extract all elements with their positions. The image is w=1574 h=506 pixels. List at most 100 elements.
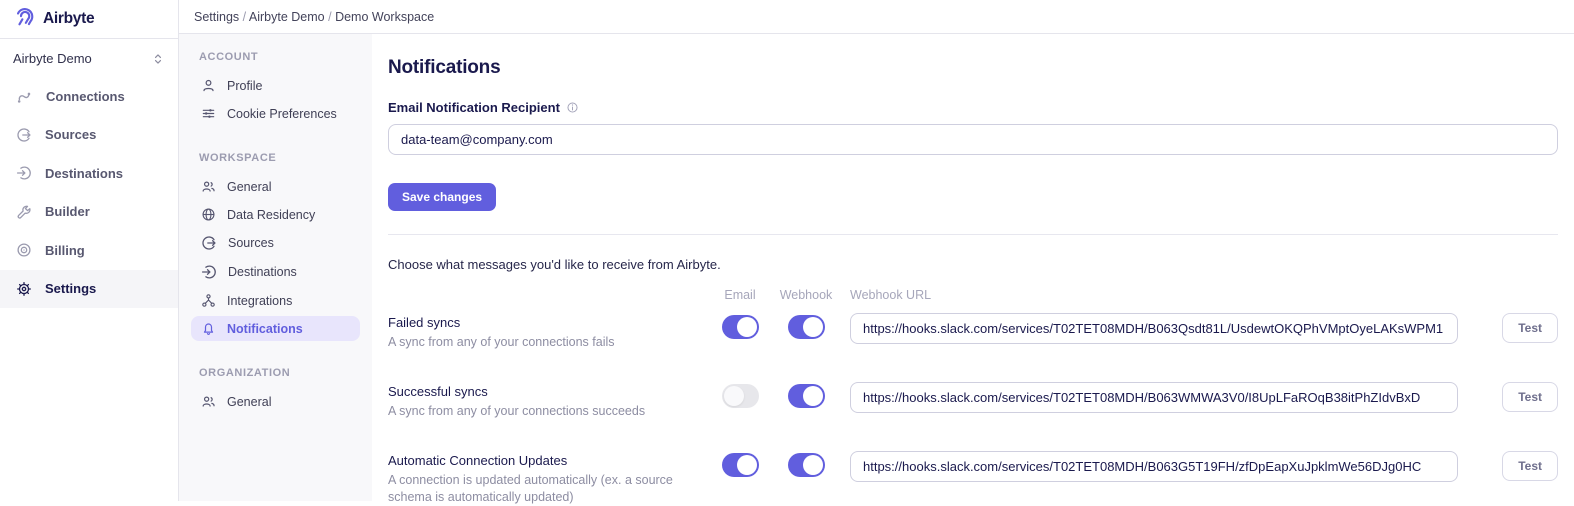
webhook-column-header: Webhook [772, 288, 840, 302]
sidebar-item-settings[interactable]: Settings [0, 270, 178, 309]
webhook-url-cell [840, 313, 1472, 344]
settings-nav-item-destinations[interactable]: Destinations [191, 259, 360, 285]
notifications-table-header: Email Webhook Webhook URL [388, 288, 1558, 302]
settings-nav-item-data-residency[interactable]: Data Residency [191, 202, 360, 227]
info-icon [566, 101, 579, 114]
settings-nav-item-general[interactable]: General [191, 174, 360, 199]
settings-nav-item-cookie-preferences[interactable]: Cookie Preferences [191, 101, 360, 126]
notification-row: Failed syncsA sync from any of your conn… [388, 313, 1558, 351]
settings-nav-item-sources[interactable]: Sources [191, 230, 360, 256]
settings-nav-item-label: Integrations [227, 294, 292, 308]
email-recipient-label-row: Email Notification Recipient [388, 100, 1558, 115]
notification-row: Successful syncs A sync from any of your … [388, 382, 1558, 420]
settings-nav-item-label: Cookie Preferences [227, 107, 337, 121]
notification-subtitle: A sync from any of your connections succ… [388, 403, 706, 420]
email-toggle[interactable] [722, 453, 759, 477]
email-toggle-cell [708, 382, 772, 408]
breadcrumb-item[interactable]: Airbyte Demo [249, 10, 325, 24]
page-title: Notifications [388, 57, 1558, 79]
billing-icon [16, 242, 32, 258]
topbar: Settings / Airbyte Demo / Demo Workspace [179, 0, 1574, 34]
webhook-toggle-cell [772, 382, 840, 408]
users-icon [201, 394, 216, 409]
globe-icon [201, 207, 216, 222]
notification-rows: Failed syncsA sync from any of your conn… [388, 313, 1558, 506]
email-column-header: Email [708, 288, 772, 302]
content-row: ACCOUNT Profile Cookie Preferences WORKSPAC… [179, 34, 1574, 501]
webhook-url-cell [840, 382, 1472, 413]
webhook-url-input[interactable] [850, 313, 1458, 344]
sources-icon [16, 127, 32, 143]
breadcrumb-separator: / [325, 10, 335, 24]
notification-description-cell: Failed syncsA sync from any of your conn… [388, 313, 708, 351]
email-toggle-cell [708, 451, 772, 477]
webhook-toggle[interactable] [788, 453, 825, 477]
settings-nav-item-label: Notifications [227, 322, 303, 336]
chevron-updown-icon [151, 52, 165, 66]
toggle-knob [724, 386, 744, 406]
brand-name: Airbyte [43, 10, 94, 28]
notification-description-cell: Automatic Connection UpdatesA connection… [388, 451, 708, 506]
intro-text: Choose what messages you'd like to recei… [388, 257, 1558, 272]
settings-nav-item-label: Data Residency [227, 208, 315, 222]
email-recipient-label: Email Notification Recipient [388, 100, 560, 115]
test-button[interactable]: Test [1502, 313, 1558, 343]
destinations-icon [201, 264, 217, 280]
webhook-url-input[interactable] [850, 382, 1458, 413]
bell-icon [201, 321, 216, 336]
test-button[interactable]: Test [1502, 382, 1558, 412]
users-icon [201, 179, 216, 194]
integrations-icon [201, 293, 216, 308]
save-changes-button[interactable]: Save changes [388, 183, 496, 211]
airbyte-logo-icon [13, 5, 36, 33]
sidebar-item-destinations[interactable]: Destinations [0, 154, 178, 193]
airbyte-logo[interactable]: Airbyte [0, 0, 178, 39]
sidebar-item-label: Billing [45, 243, 85, 258]
test-button[interactable]: Test [1502, 451, 1558, 481]
test-button-cell: Test [1472, 451, 1558, 481]
settings-section-title: WORKSPACE [199, 152, 352, 164]
notification-subtitle: A sync from any of your connections fail… [388, 334, 706, 351]
sidebar-item-billing[interactable]: Billing [0, 231, 178, 270]
left-sidebar: Airbyte Airbyte Demo Connections Sources D… [0, 0, 179, 501]
notification-title: Successful syncs [388, 384, 708, 399]
breadcrumb: Settings / Airbyte Demo / Demo Workspace [194, 10, 434, 24]
email-toggle[interactable] [722, 384, 759, 408]
settings-nav: ACCOUNT Profile Cookie Preferences WORKSPAC… [179, 34, 372, 501]
webhook-toggle[interactable] [788, 384, 825, 408]
email-recipient-input[interactable] [388, 124, 1558, 155]
sidebar-nav: Connections Sources Destinations Builder Bil… [0, 74, 178, 308]
toggle-knob [803, 386, 823, 406]
webhook-url-column-header: Webhook URL [840, 288, 1472, 302]
workspace-selector[interactable]: Airbyte Demo [0, 39, 178, 74]
breadcrumb-separator: / [239, 10, 249, 24]
notification-subtitle: A connection is updated automatically (e… [388, 472, 706, 506]
settings-section-title: ACCOUNT [199, 51, 352, 63]
destinations-icon [16, 165, 32, 181]
breadcrumb-item[interactable]: Demo Workspace [335, 10, 434, 24]
email-toggle-cell [708, 313, 772, 339]
webhook-toggle-cell [772, 313, 840, 339]
sidebar-item-label: Connections [46, 89, 125, 104]
test-button-cell: Test [1472, 313, 1558, 343]
toggle-knob [803, 455, 823, 475]
settings-nav-item-profile[interactable]: Profile [191, 73, 360, 98]
webhook-toggle-cell [772, 451, 840, 477]
sidebar-item-sources[interactable]: Sources [0, 116, 178, 155]
email-toggle[interactable] [722, 315, 759, 339]
settings-nav-item-notifications[interactable]: Notifications [191, 316, 360, 341]
builder-icon [16, 204, 32, 220]
webhook-url-input[interactable] [850, 451, 1458, 482]
webhook-toggle[interactable] [788, 315, 825, 339]
sidebar-item-builder[interactable]: Builder [0, 193, 178, 232]
webhook-url-cell [840, 451, 1472, 482]
save-row: Save changes [388, 155, 1558, 211]
right-column: Settings / Airbyte Demo / Demo Workspace… [179, 0, 1574, 501]
sidebar-item-label: Destinations [45, 166, 123, 181]
toggle-knob [737, 455, 757, 475]
breadcrumb-item[interactable]: Settings [194, 10, 239, 24]
sidebar-item-connections[interactable]: Connections [0, 77, 178, 116]
sources-icon [201, 235, 217, 251]
settings-nav-item-org-general[interactable]: General [191, 389, 360, 414]
settings-nav-item-integrations[interactable]: Integrations [191, 288, 360, 313]
